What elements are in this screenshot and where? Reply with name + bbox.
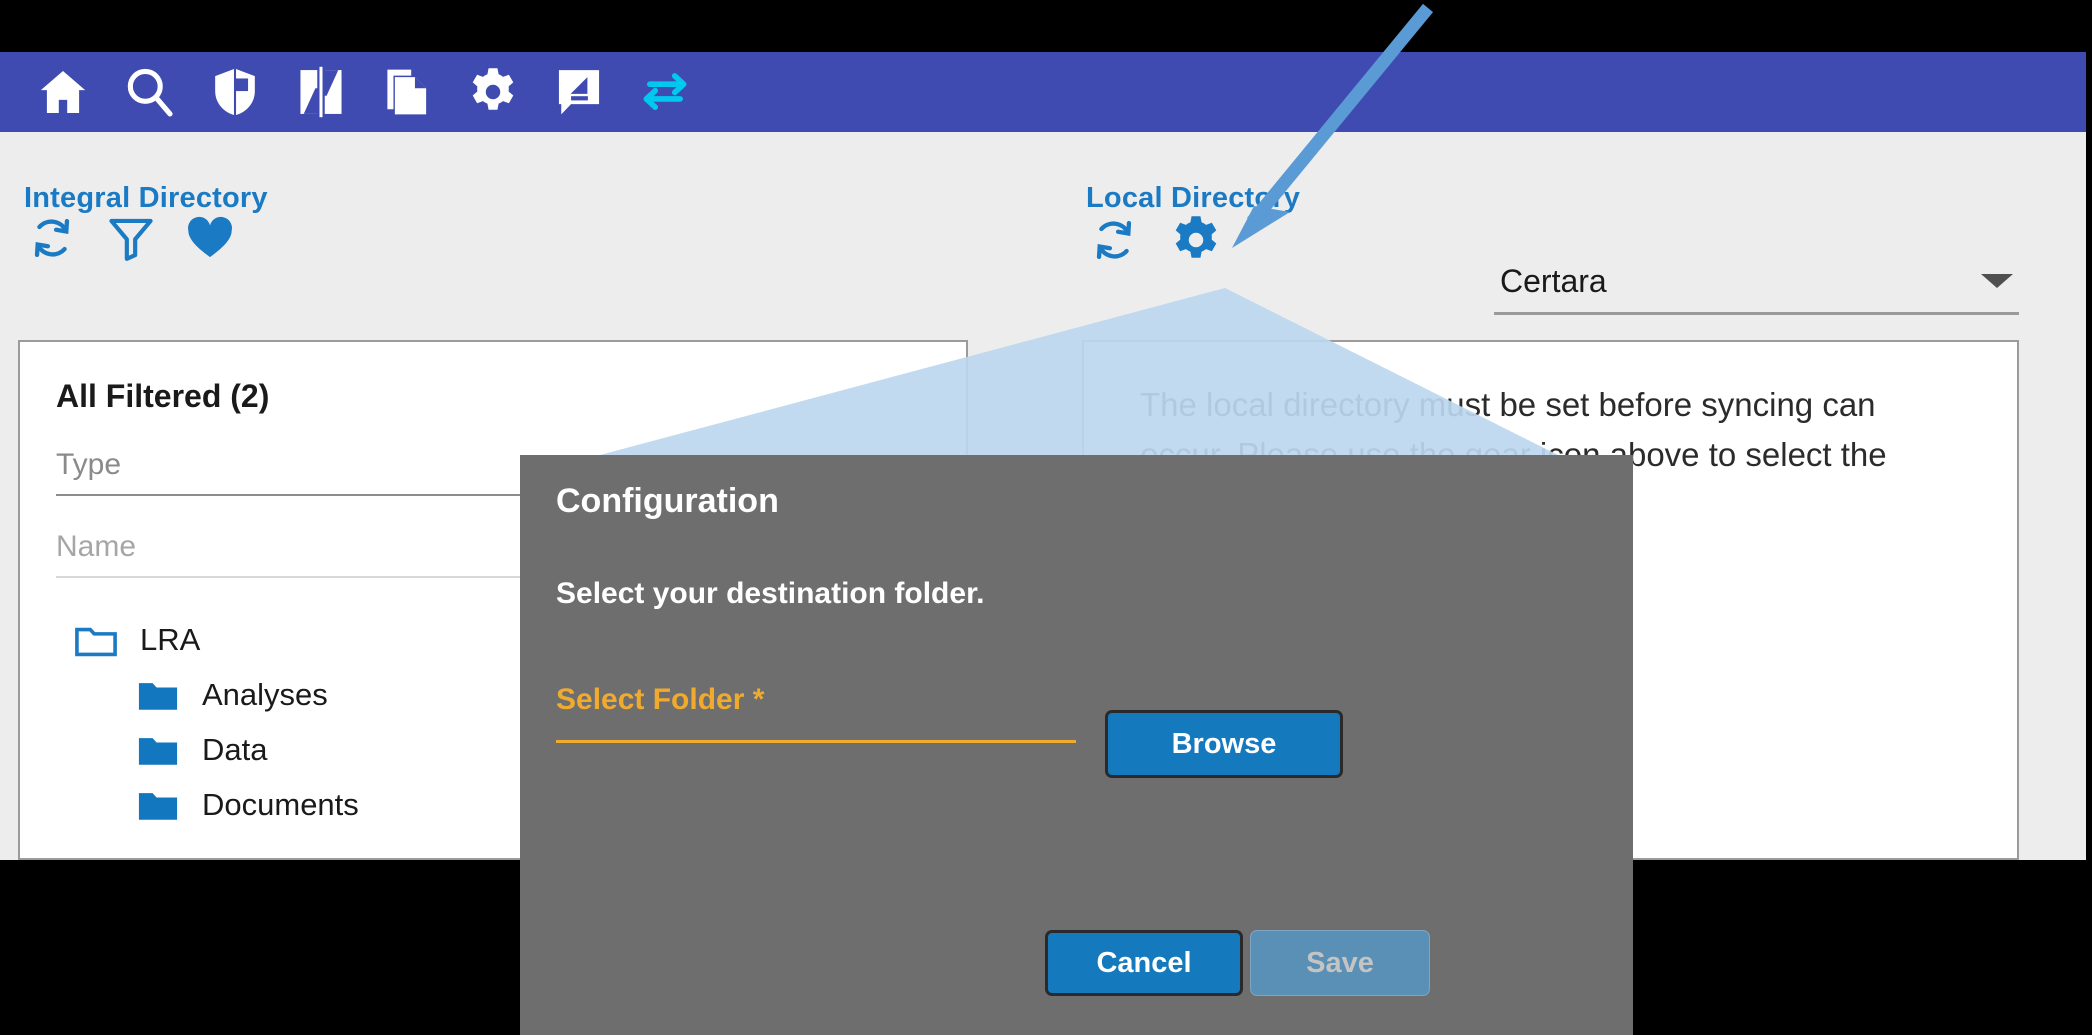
dialog-title: Configuration	[556, 482, 779, 521]
select-folder-input[interactable]	[556, 740, 1076, 743]
select-folder-label: Select Folder *	[556, 683, 764, 717]
home-icon[interactable]	[20, 61, 106, 123]
gear-icon[interactable]	[450, 61, 536, 123]
account-dropdown[interactable]: Certara	[1494, 250, 2019, 315]
account-dropdown-value: Certara	[1494, 263, 1607, 300]
name-column-label: Name	[56, 530, 136, 563]
refresh-icon[interactable]	[26, 212, 78, 264]
search-icon[interactable]	[106, 61, 192, 123]
library-icon[interactable]	[278, 61, 364, 123]
chevron-down-icon	[1981, 274, 2013, 288]
tree-row-label: LRA	[140, 622, 200, 658]
sync-arrows-icon[interactable]	[622, 61, 708, 123]
folder-icon	[136, 787, 180, 823]
tree-row-label: Documents	[202, 787, 359, 823]
shield-icon[interactable]	[192, 61, 278, 123]
comment-edit-icon[interactable]	[536, 61, 622, 123]
folder-icon	[136, 732, 180, 768]
save-button: Save	[1250, 930, 1430, 996]
browse-button[interactable]: Browse	[1105, 710, 1343, 778]
filter-icon[interactable]	[106, 213, 156, 263]
dialog-subtitle: Select your destination folder.	[556, 577, 984, 611]
screenshot-root: Integral Directory Local Directory	[0, 0, 2092, 1035]
local-directory-actions	[1088, 212, 1224, 268]
tree-row-label: Analyses	[202, 677, 328, 713]
copy-icon[interactable]	[364, 61, 450, 123]
main-toolbar	[0, 52, 2086, 132]
tree-row-label: Data	[202, 732, 267, 768]
type-filter-placeholder: Type	[56, 448, 121, 481]
cancel-button[interactable]: Cancel	[1045, 930, 1243, 996]
integral-directory-actions	[26, 212, 236, 264]
configuration-dialog: Configuration Select your destination fo…	[520, 455, 1633, 1035]
all-filtered-header: All Filtered (2)	[56, 378, 269, 415]
folder-icon	[136, 677, 180, 713]
gear-icon[interactable]	[1168, 212, 1224, 268]
local-directory-title: Local Directory	[1086, 182, 1300, 215]
folder-open-icon	[74, 622, 118, 658]
integral-directory-title: Integral Directory	[24, 182, 268, 215]
refresh-icon[interactable]	[1088, 214, 1140, 266]
favorite-heart-icon[interactable]	[184, 212, 236, 264]
